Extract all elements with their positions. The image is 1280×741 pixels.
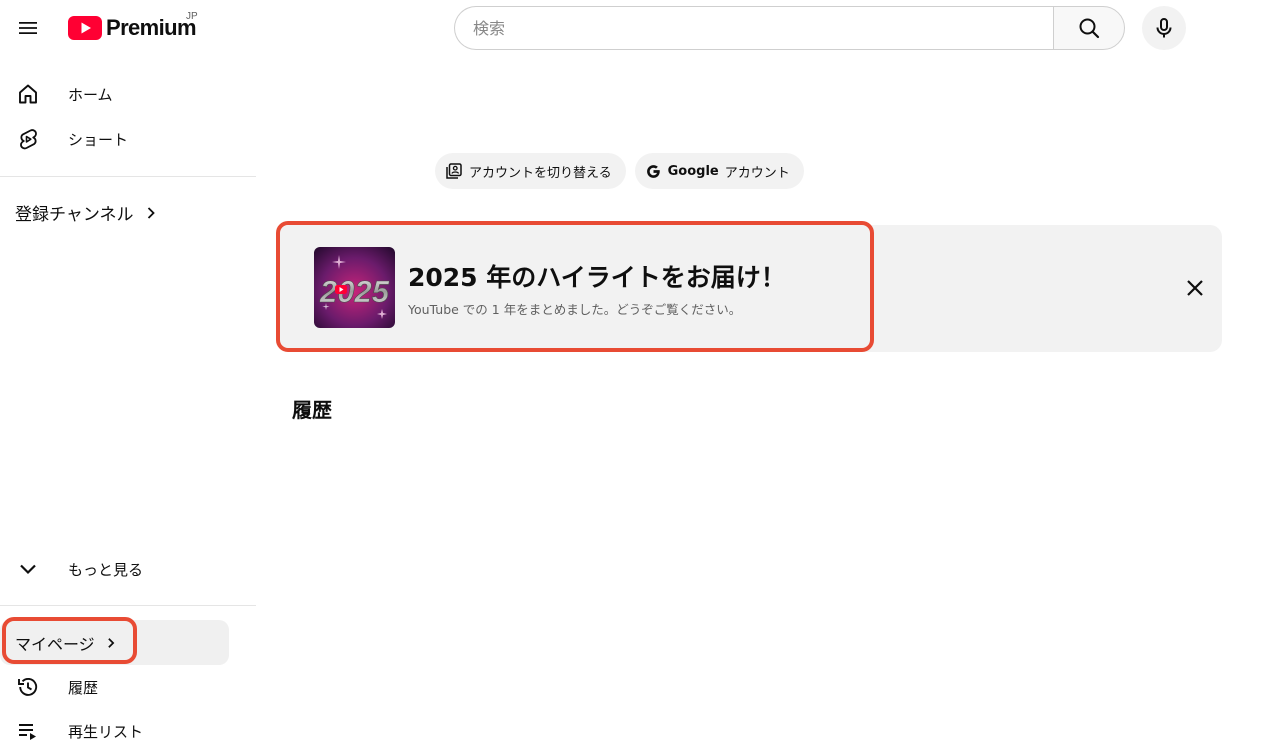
chip-label: アカウントを切り替える [469,165,612,181]
search-input[interactable] [473,7,1054,49]
chevron-right-icon [147,206,155,219]
search-button[interactable] [1053,6,1125,50]
chevron-right-icon [107,638,115,648]
dismiss-banner-button[interactable] [1176,269,1214,307]
sidebar-item-label: ホーム [68,85,113,104]
sidebar-divider [0,176,256,177]
sidebar-item-playlists[interactable]: 再生リスト [0,711,240,741]
chip-label: アカウント [724,165,790,181]
recap-thumbnail[interactable]: 2025 [314,247,395,328]
account-chip-bar: アカウントを切り替える Google アカウント [435,153,804,189]
show-more-label: もっと見る [68,560,144,579]
sidebar-item-history[interactable]: 履歴 [0,667,240,707]
sidebar-item-shorts[interactable]: ショート [0,119,240,159]
hamburger-menu-icon [19,22,37,34]
recap-banner-title[interactable]: 2025 年のハイライトをお届け！ [408,258,786,294]
microphone-icon [1156,18,1172,38]
guide-menu-button[interactable] [9,9,47,47]
chevron-down-icon [16,557,40,581]
switch-account-icon [446,163,462,179]
shorts-icon [16,127,40,151]
subscriptions-label: 登録チャンネル [15,205,134,225]
subscriptions-header[interactable]: 登録チャンネル [15,200,158,225]
recap-banner-subtitle: YouTube での 1 年をまとめました。どうぞご覧ください。 [408,302,742,317]
show-more-button[interactable]: もっと見る [0,549,240,589]
google-g-icon [646,164,660,178]
sidebar-item-label: 履歴 [68,678,99,697]
playlist-icon [16,719,40,741]
my-page-header[interactable]: マイページ [15,631,117,655]
home-icon [16,82,40,106]
sidebar-item-home[interactable]: ホーム [0,74,240,114]
youtube-premium-logo[interactable]: Premium [68,10,197,46]
voice-search-button[interactable] [1142,6,1186,50]
search-icon [1079,18,1100,39]
switch-account-chip[interactable]: アカウントを切り替える [435,153,626,189]
close-icon [1187,280,1203,296]
sidebar-item-label: 再生リスト [68,722,144,741]
history-section-title: 履歴 [292,398,332,422]
google-account-chip[interactable]: Google アカウント [634,153,804,189]
history-icon [16,675,40,699]
chip-brand-label: Google [667,163,719,179]
sidebar-divider [0,605,256,606]
sidebar-item-label: ショート [68,130,129,149]
search-box[interactable] [454,6,1054,50]
youtube-logo-icon [68,16,102,40]
recap-thumbnail-year: 2025 [319,274,390,309]
my-page-label: マイページ [15,635,95,654]
logo-region-code: JP [186,11,198,22]
logo-text: Premium [106,15,197,40]
